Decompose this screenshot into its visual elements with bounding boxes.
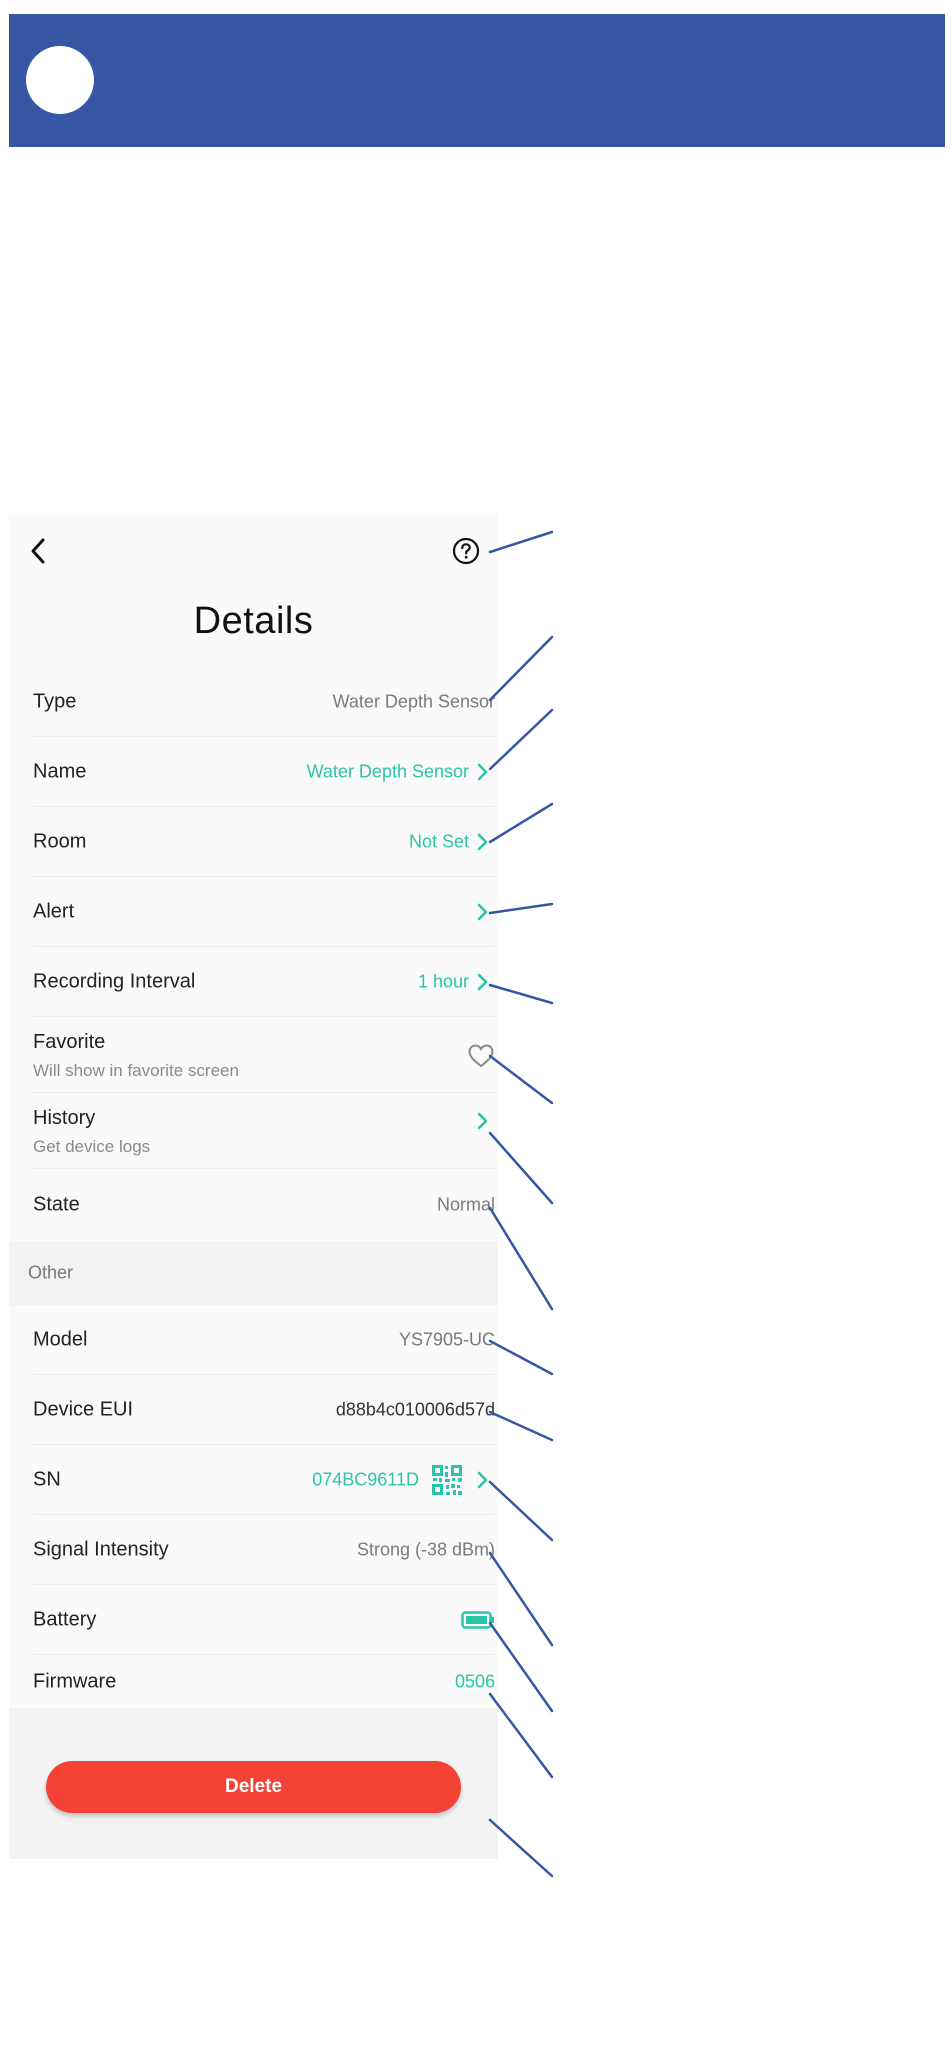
footer-area: Delete (9, 1708, 498, 1859)
history-row[interactable]: History Get device logs (33, 1093, 495, 1169)
model-label: Model (33, 1328, 88, 1350)
chevron-right-icon (477, 763, 488, 780)
heart-outline-icon[interactable] (467, 1043, 495, 1069)
firmware-row: Firmware 0506 (33, 1655, 495, 1708)
device-eui-value: d88b4c010006d57d (335, 1399, 495, 1419)
callout-line (488, 1692, 554, 1779)
battery-icon (461, 1610, 494, 1629)
callout-line (488, 1818, 554, 1878)
chevron-left-icon (31, 538, 45, 564)
battery-row: Battery (33, 1585, 495, 1655)
callout-line (488, 1621, 554, 1713)
model-value: YS7905-UC (398, 1329, 495, 1349)
chevron-right-icon (477, 903, 488, 920)
name-value: Water Depth Sensor (306, 761, 469, 781)
callout-line (488, 1480, 554, 1542)
recording-interval-row[interactable]: Recording Interval 1 hour (33, 947, 495, 1017)
callout-line (488, 635, 554, 702)
room-label: Room (33, 830, 87, 852)
header-banner (9, 14, 945, 147)
alert-label: Alert (33, 900, 75, 922)
callout-line (488, 1410, 554, 1442)
callout-line (488, 1551, 554, 1647)
callout-line (488, 708, 554, 771)
back-button[interactable] (23, 535, 55, 567)
callout-line (488, 983, 554, 1005)
callout-line (488, 1206, 554, 1311)
section-header-other: Other (9, 1241, 498, 1305)
signal-intensity-value: Strong (-38 dBm) (356, 1539, 495, 1559)
sn-label: SN (33, 1468, 61, 1490)
callout-line (488, 802, 554, 844)
favorite-row: Favorite Will show in favorite screen (33, 1017, 495, 1093)
signal-intensity-row: Signal Intensity Strong (-38 dBm) (33, 1515, 495, 1585)
callout-line (488, 1339, 554, 1376)
model-row: Model YS7905-UC (33, 1305, 495, 1375)
device-eui-label: Device EUI (33, 1398, 134, 1420)
details-screen: Details Type Water Depth Sensor Name Wat… (9, 515, 498, 1859)
section-header-label: Other (28, 1262, 74, 1283)
alert-row[interactable]: Alert (33, 877, 495, 947)
delete-button[interactable]: Delete (46, 1761, 461, 1813)
device-eui-row: Device EUI d88b4c010006d57d (33, 1375, 495, 1445)
history-subtitle: Get device logs (33, 1137, 151, 1156)
signal-intensity-label: Signal Intensity (33, 1538, 169, 1560)
sn-value: 074BC9611D (312, 1469, 419, 1489)
name-row[interactable]: Name Water Depth Sensor (33, 737, 495, 807)
help-button[interactable] (451, 536, 481, 566)
callout-line (488, 1054, 554, 1105)
favorite-subtitle: Will show in favorite screen (33, 1061, 239, 1080)
callout-line (488, 902, 554, 915)
chevron-right-icon (477, 833, 488, 850)
chevron-right-icon (477, 973, 488, 990)
name-label: Name (33, 760, 87, 782)
recording-interval-label: Recording Interval (33, 970, 196, 992)
favorite-label: Favorite (33, 1031, 106, 1053)
room-row[interactable]: Room Not Set (33, 807, 495, 877)
callout-line (488, 530, 554, 554)
page: Details Type Water Depth Sensor Name Wat… (0, 0, 950, 2060)
type-label: Type (33, 690, 77, 712)
history-label: History (33, 1107, 96, 1129)
chevron-right-icon (477, 1112, 488, 1130)
top-bar (9, 515, 498, 587)
qr-code-icon[interactable] (431, 1464, 463, 1496)
question-circle-icon (452, 537, 480, 565)
chevron-right-icon (477, 1471, 488, 1488)
type-value: Water Depth Sensor (332, 691, 495, 711)
page-title: Details (193, 600, 314, 642)
state-label: State (33, 1193, 80, 1216)
firmware-value: 0506 (454, 1671, 495, 1691)
room-value: Not Set (408, 831, 469, 851)
sn-row[interactable]: SN 074BC9611D (33, 1445, 495, 1515)
state-value: Normal (436, 1194, 495, 1215)
battery-label: Battery (33, 1608, 97, 1630)
type-row: Type Water Depth Sensor (33, 667, 495, 737)
recording-interval-value: 1 hour (417, 971, 469, 991)
callout-line (488, 1131, 554, 1205)
avatar (26, 46, 94, 114)
firmware-label: Firmware (33, 1670, 117, 1692)
state-row: State Normal (33, 1169, 495, 1241)
